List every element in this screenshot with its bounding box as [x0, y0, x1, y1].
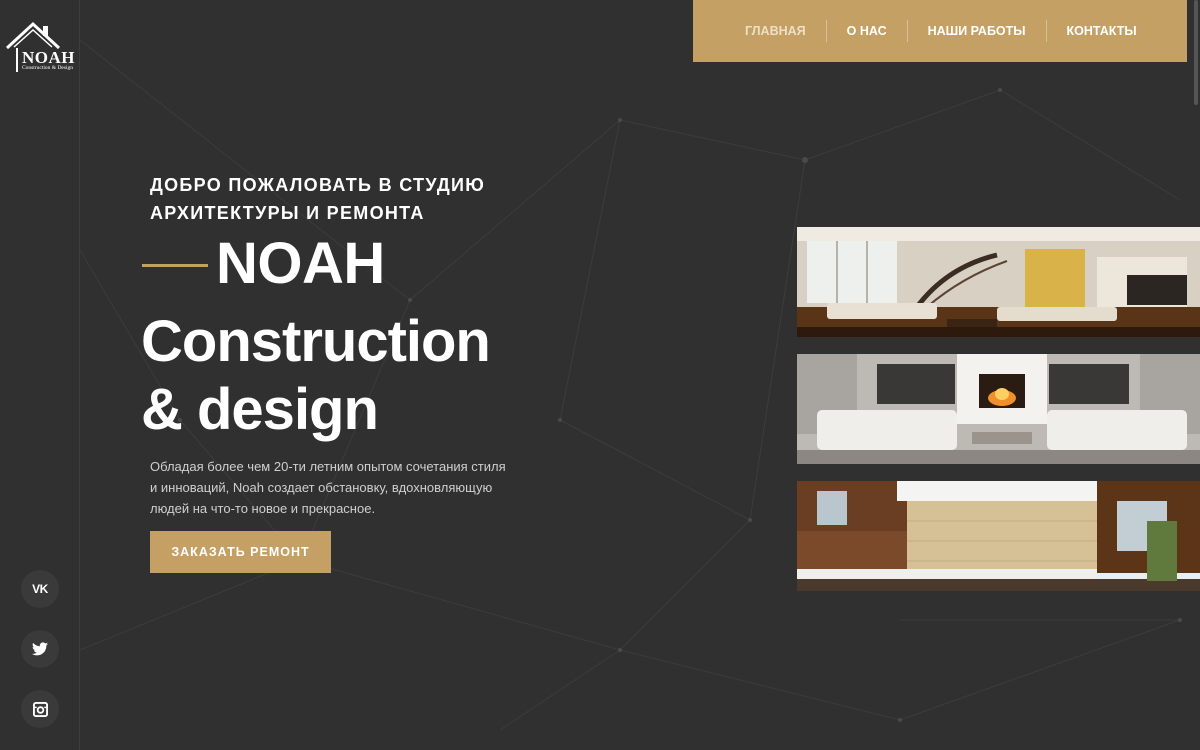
vk-icon: VK [32, 582, 48, 596]
nav-item-portfolio[interactable]: НАШИ РАБОТЫ [906, 20, 1046, 42]
gallery-image-house-exterior[interactable] [797, 481, 1200, 591]
gallery-image-fireplace-room[interactable] [797, 354, 1200, 464]
left-sidebar: NOAH Construction & Design VK [0, 0, 80, 750]
main-navigation: ГЛАВНАЯ О НАС НАШИ РАБОТЫ КОНТАКТЫ [693, 0, 1187, 62]
hero-title-brand: NOAH [216, 231, 385, 296]
twitter-icon [32, 642, 48, 656]
hero-description: Обладая более чем 20-ти летним опытом со… [150, 459, 506, 516]
twitter-social-button[interactable] [21, 630, 59, 668]
hero-tagline: ДОБРО ПОЖАЛОВАТЬ В СТУДИЮ АРХИТЕКТУРЫ И … [150, 171, 550, 227]
scrollbar-thumb[interactable] [1194, 0, 1198, 105]
instagram-icon [32, 701, 48, 717]
logo-subtitle: Construction & Design [22, 65, 74, 71]
hero-title-subtitle: Construction & design [141, 308, 561, 444]
hero-title-line-2: Construction [141, 309, 491, 374]
site-logo[interactable]: NOAH Construction & Design [5, 20, 77, 74]
instagram-social-button[interactable] [21, 690, 59, 728]
logo-brand-text: NOAH [22, 48, 75, 67]
tagline-line-2: АРХИТЕКТУРЫ И РЕМОНТА [150, 203, 425, 223]
nav-item-contacts[interactable]: КОНТАКТЫ [1045, 20, 1157, 42]
nav-item-home[interactable]: ГЛАВНАЯ [725, 20, 826, 42]
hero-title-line-3: & design [141, 377, 379, 442]
vk-social-button[interactable]: VK [21, 570, 59, 608]
order-repair-button[interactable]: ЗАКАЗАТЬ РЕМОНТ [150, 531, 331, 573]
tagline-line-1: ДОБРО ПОЖАЛОВАТЬ В СТУДИЮ [150, 175, 486, 195]
gallery-image-living-room[interactable] [797, 227, 1200, 337]
nav-item-about[interactable]: О НАС [825, 20, 907, 42]
title-accent-line [142, 264, 208, 267]
